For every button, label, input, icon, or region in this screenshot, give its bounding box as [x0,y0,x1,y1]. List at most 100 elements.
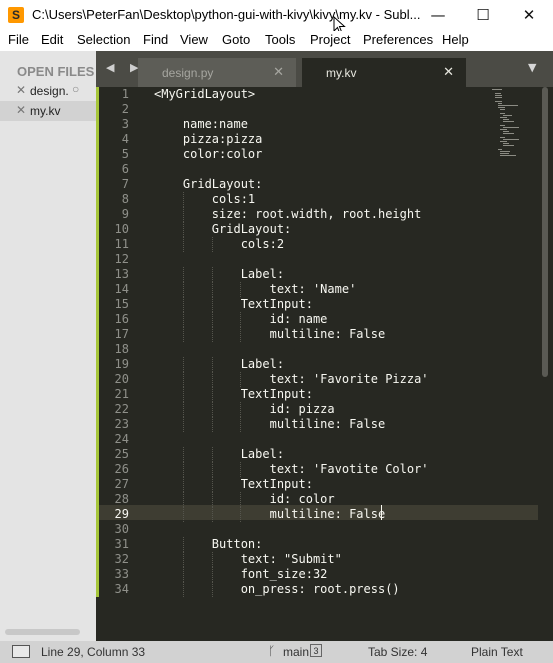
code-line: on_press: root.press() [154,582,400,596]
minimap-line [500,141,508,142]
minimap-line [500,137,505,138]
close-file-icon[interactable]: ✕ [16,83,26,97]
menu-find[interactable]: Find [143,32,168,47]
code-line: cols:1 [154,192,256,206]
indent-guide [211,417,213,432]
minimap-line [503,133,515,134]
menu-file[interactable]: File [8,32,29,47]
syntax-selector[interactable]: Plain Text [471,645,523,659]
sidebar-file-label: my.kv [30,104,61,118]
line-number: 14 [114,282,129,296]
sidebar-horizontal-scrollbar[interactable] [5,629,80,635]
line-number: 23 [114,417,129,431]
code-line: text: 'Favotite Color' [154,462,429,476]
indent-guide [182,387,184,402]
maximize-button[interactable]: ☐ [460,0,506,31]
indent-guide [240,402,242,417]
indent-guide [211,402,213,417]
minimap-line [500,125,505,126]
text-caret [381,505,382,520]
status-bar: Line 29, Column 33 ᚴ main 3 Tab Size: 4 … [0,641,553,663]
line-number: 10 [114,222,129,236]
code-line: name:name [154,117,248,131]
menu-view[interactable]: View [180,32,208,47]
line-number-gutter: 1 2 3 4 5 6 7 8 9 10 11 12 13 14 15 16 17 18 19 20 21 22 23 24 2… [96,87,148,641]
line-number: 8 [121,192,129,206]
sidebar-file-design-py[interactable]: ✕ design. ○ [0,81,96,101]
minimap[interactable] [492,87,538,167]
indent-guide [182,222,184,237]
tab-my-kv[interactable]: my.kv ✕ [302,58,466,87]
indent-guide [182,237,184,252]
line-number: 27 [114,477,129,491]
menu-help[interactable]: Help [442,32,469,47]
code-line: multiline: False [154,417,386,431]
code-line: GridLayout: [154,177,263,191]
indent-guide [182,207,184,222]
indent-guide [182,507,184,522]
indent-guide [240,327,242,342]
indent-guide [182,297,184,312]
line-number: 30 [114,522,129,536]
panel-toggle-icon[interactable] [12,645,30,658]
tab-list-dropdown-icon[interactable]: ▼ [528,61,536,74]
menu-edit[interactable]: Edit [41,32,63,47]
line-number: 2 [121,102,129,116]
sublime-app-icon: S [8,7,24,23]
minimap-line [497,107,506,108]
tab-size-selector[interactable]: Tab Size: 4 [368,645,427,659]
tab-close-icon[interactable]: ✕ [443,64,454,80]
minimize-button[interactable]: — [415,0,461,31]
minimap-line [500,155,516,156]
tab-close-icon[interactable]: ✕ [273,64,284,80]
code-line: id: color [154,492,335,506]
indent-guide [182,447,184,462]
indent-guide [182,327,184,342]
line-number: 34 [114,582,129,596]
minimap-line [494,95,503,96]
indent-guide [211,387,213,402]
editor-vertical-scrollbar[interactable] [542,87,548,377]
indent-guide [211,552,213,567]
sidebar-file-my-kv[interactable]: ✕ my.kv [0,101,96,121]
line-number: 16 [114,312,129,326]
code-line: color:color [154,147,263,161]
menu-project[interactable]: Project [310,32,350,47]
minimap-line [503,119,509,120]
indent-guide [211,237,213,252]
menu-goto[interactable]: Goto [222,32,250,47]
minimap-line [494,101,503,102]
code-line: GridLayout: [154,222,292,236]
menu-preferences[interactable]: Preferences [363,32,433,47]
indent-guide [240,417,242,432]
indent-guide [211,462,213,477]
sidebar-file-label: design. [30,84,69,98]
git-branch-icon: ᚴ [268,644,276,658]
close-file-icon[interactable]: ✕ [16,103,26,117]
minimap-line [500,117,508,118]
code-line: <MyGridLayout> [154,87,256,101]
code-line: TextInput: [154,387,313,401]
indent-guide [211,447,213,462]
close-window-button[interactable]: ✕ [506,0,552,31]
menu-selection[interactable]: Selection [77,32,130,47]
code-line: cols:2 [154,237,285,251]
line-number: 28 [114,492,129,506]
line-number: 15 [114,297,129,311]
code-line: multiline: False [154,327,386,341]
minimap-line [500,113,505,114]
window-title: C:\Users\PeterFan\Desktop\python-gui-wit… [32,7,421,22]
code-editor[interactable]: 1 2 3 4 5 6 7 8 9 10 11 12 13 14 15 16 17 18 19 20 21 22 23 24 2… [96,87,553,641]
minimap-line [503,143,510,144]
minimap-line [503,131,510,132]
code-line: Button: [154,537,263,551]
minimap-line [503,121,515,122]
git-branch[interactable]: main [283,645,309,659]
cursor-position[interactable]: Line 29, Column 33 [41,645,145,659]
menu-tools[interactable]: Tools [265,32,295,47]
line-number: 5 [121,147,129,161]
tab-design-py[interactable]: design.py ✕ [138,58,296,87]
indent-guide [182,372,184,387]
indent-guide [211,477,213,492]
tab-label: my.kv [326,66,357,80]
